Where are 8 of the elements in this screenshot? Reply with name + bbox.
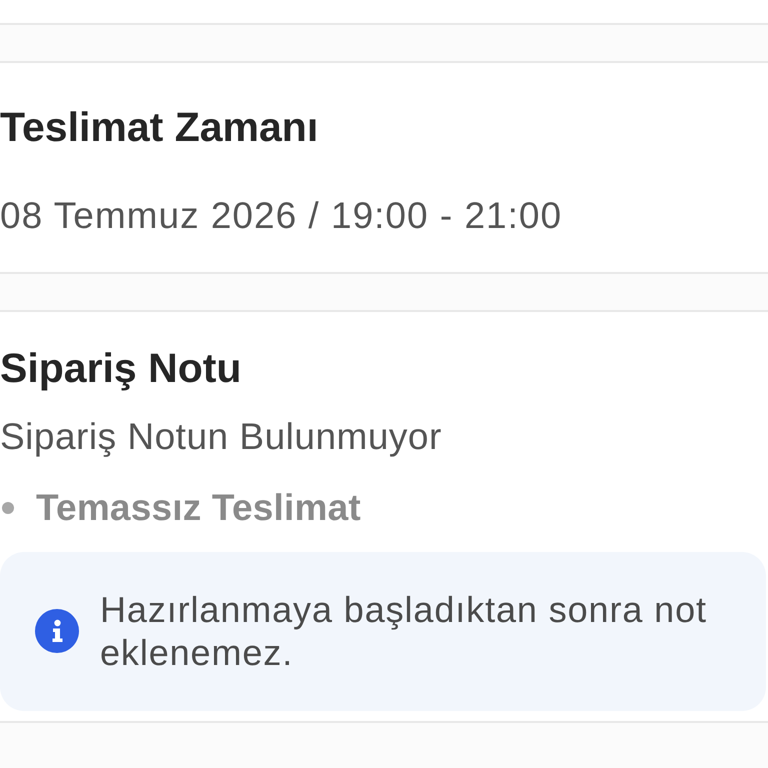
option-label: Temassız Teslimat [36,486,361,530]
section-title: Sipariş Notu [0,344,242,392]
section-value: 08 Temmuz 2026 / 19:00 - 21:00 [0,194,562,238]
section-title: Teslimat Zamanı [0,103,318,151]
dot-icon [2,502,14,514]
info-message: Hazırlanmaya başladıktan sonra not eklenemez. [100,588,708,674]
section-value: Sipariş Notun Bulunmuyor [0,415,442,459]
info-icon [35,609,79,653]
